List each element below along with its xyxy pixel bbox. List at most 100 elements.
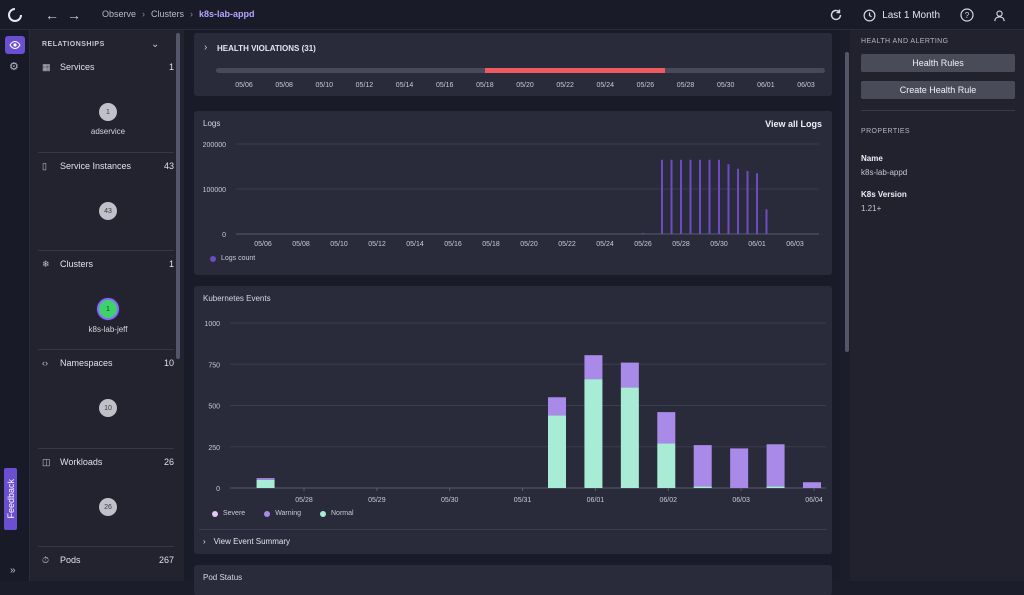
view-event-summary-label: View Event Summary: [213, 537, 290, 546]
left-panel-scrollbar[interactable]: [176, 33, 180, 359]
x-tick-label: 06/01: [587, 497, 605, 504]
log-bar: [642, 233, 644, 234]
x-tick-label: 05/14: [406, 241, 424, 248]
create-health-rule-button[interactable]: Create Health Rule: [861, 81, 1015, 99]
timeline-tick-label: 05/24: [596, 82, 615, 89]
legend-dot: [210, 255, 216, 262]
event-bar-warning: [584, 355, 603, 380]
logs-chart: 0 100000 200000 05/06 05/08 05/10 05/12 05/14 05…: [203, 142, 819, 248]
timeline-tick-label: 05/12: [355, 82, 374, 89]
event-bar-warning: [730, 448, 749, 488]
log-bar: [746, 171, 749, 234]
chevron-right-icon: ›: [142, 9, 146, 19]
y-tick-label: 0: [216, 486, 220, 493]
divider: [38, 250, 174, 251]
feedback-button[interactable]: Feedback: [4, 468, 17, 530]
main-scrollbar[interactable]: [845, 52, 849, 352]
chevron-right-icon[interactable]: ›: [204, 42, 207, 53]
workloads-icon: ◫: [42, 456, 51, 467]
x-tick-label: 05/10: [330, 241, 348, 248]
pods-icon: ⏱: [42, 554, 50, 565]
legend-label: Warning: [275, 510, 301, 517]
property-k8s-version-value: 1.21+: [861, 204, 882, 213]
event-bar-warning: [657, 412, 676, 444]
y-tick-label: 200000: [203, 142, 226, 149]
relation-service-instances[interactable]: ▯ Service Instances 43: [42, 159, 174, 173]
view-event-summary-toggle[interactable]: › View Event Summary: [203, 537, 290, 546]
services-bubble[interactable]: 1: [99, 103, 117, 121]
namespaces-bubble[interactable]: 10: [99, 399, 117, 417]
event-bar-normal: [657, 443, 676, 488]
event-bar-normal: [620, 387, 639, 488]
x-tick-label: 05/24: [596, 241, 614, 248]
relation-count: 1: [168, 259, 174, 269]
settings-gear-icon[interactable]: ⚙: [9, 60, 19, 73]
user-profile-icon[interactable]: [990, 6, 1008, 24]
expand-rail-icon[interactable]: »: [10, 565, 16, 576]
y-tick-label: 0: [222, 232, 226, 239]
refresh-icon[interactable]: [827, 6, 845, 24]
collapse-chevron-icon[interactable]: ⌄: [151, 39, 159, 50]
relation-namespaces[interactable]: ‹› Namespaces 10: [42, 356, 174, 370]
relation-pods[interactable]: ⏱ Pods 267: [42, 553, 174, 567]
back-arrow-icon[interactable]: ←: [44, 7, 60, 23]
feedback-label: Feedback: [5, 479, 16, 519]
timeline-tick-label: 05/10: [315, 82, 334, 89]
x-tick-label: 05/28: [295, 497, 313, 504]
cluster-name-label[interactable]: k8s-lab-jeff: [42, 325, 174, 334]
timeline-ticks: 05/06 05/08 05/10 05/12 05/14 05/16 05/18 05/20…: [216, 82, 825, 92]
divider: [38, 152, 174, 153]
events-legend: Severe Warning Normal: [212, 510, 354, 517]
service-name-label[interactable]: adservice: [42, 127, 174, 136]
right-panel: HEALTH AND ALERTING Health Rules Create …: [850, 30, 1024, 581]
relation-workloads[interactable]: ◫ Workloads 26: [42, 455, 174, 469]
x-tick-label: 05/28: [672, 241, 690, 248]
app-logo-icon[interactable]: [7, 7, 23, 23]
violation-range-bar[interactable]: [484, 68, 666, 73]
logs-legend: Logs count: [210, 255, 255, 262]
health-rules-button[interactable]: Health Rules: [861, 54, 1015, 72]
relationships-panel: RELATIONSHIPS ⌄ ▦ Services 1 1 adservice ▯…: [30, 30, 184, 581]
relationships-heading: RELATIONSHIPS: [42, 41, 105, 48]
event-bar-warning: [766, 444, 785, 487]
relation-clusters[interactable]: ❄ Clusters 1: [42, 257, 174, 271]
workloads-bubble[interactable]: 26: [99, 498, 117, 516]
relation-label: Clusters: [60, 259, 94, 269]
main-content: › HEALTH VIOLATIONS (31) 05/06 05/08 05/10…: [184, 30, 840, 595]
event-bar-normal: [693, 486, 712, 488]
relation-services[interactable]: ▦ Services 1: [42, 60, 174, 74]
x-tick-label: 06/01: [748, 241, 766, 248]
properties-heading: PROPERTIES: [861, 128, 910, 135]
observe-nav-button[interactable]: [5, 36, 25, 54]
help-icon[interactable]: ?: [958, 6, 976, 24]
x-tick-label: 05/12: [368, 241, 386, 248]
timeline-tick-label: 05/20: [516, 82, 534, 89]
time-range-picker[interactable]: Last 1 Month: [863, 9, 940, 22]
x-tick-label: 05/30: [710, 241, 728, 248]
services-icon: ▦: [42, 61, 51, 72]
health-alerting-heading: HEALTH AND ALERTING: [861, 38, 949, 45]
timeline-tick-label: 05/18: [476, 82, 494, 89]
x-tick-label: 05/30: [441, 497, 459, 504]
event-bar-normal: [766, 486, 785, 488]
breadcrumb-observe[interactable]: Observe: [102, 9, 136, 19]
relation-count: 267: [158, 555, 174, 565]
y-tick-label: 1000: [204, 321, 220, 328]
breadcrumb-clusters[interactable]: Clusters: [151, 9, 184, 19]
log-bar: [689, 159, 692, 234]
log-bar: [756, 173, 758, 234]
x-tick-label: 05/31: [514, 497, 532, 504]
relation-label: Workloads: [60, 457, 103, 467]
forward-arrow-icon[interactable]: →: [66, 7, 82, 23]
health-violations-title[interactable]: HEALTH VIOLATIONS (31): [217, 44, 316, 53]
health-violations-timeline[interactable]: [216, 68, 825, 73]
clusters-bubble[interactable]: 1: [97, 298, 119, 320]
service-instances-bubble[interactable]: 43: [99, 202, 117, 220]
top-right-controls: Last 1 Month ?: [827, 6, 1024, 24]
event-bar-warning: [803, 482, 821, 488]
log-bar: [737, 168, 739, 234]
timeline-tick-label: 05/28: [676, 82, 695, 89]
legend-dot-warning: [264, 510, 271, 517]
event-bar-normal: [584, 379, 603, 488]
y-tick-label: 750: [208, 362, 220, 369]
